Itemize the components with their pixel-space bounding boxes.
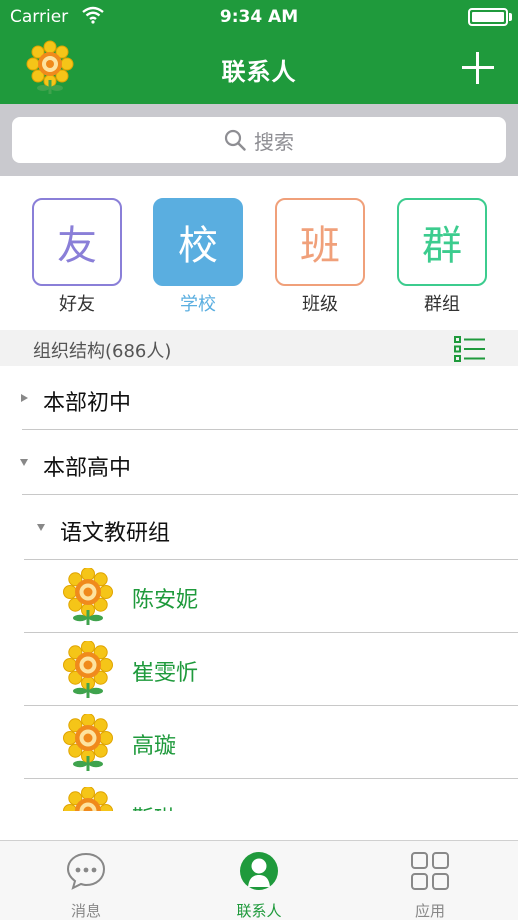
tree-node-dept2[interactable]: 本部高中	[0, 430, 518, 495]
category-school[interactable]: 校 学校	[153, 198, 243, 316]
tab-contacts[interactable]: 联系人	[199, 841, 319, 920]
collapse-arrow-icon	[20, 459, 28, 466]
contact-name: 崔雯忻	[132, 661, 199, 686]
tree-node-dept1[interactable]: 本部初中	[0, 366, 518, 430]
contacts-screen: Carrier 9:34 AM 联系人 搜索 友 好友 校 学校 班 班级 群 …	[0, 0, 518, 920]
org-structure-title: 组织结构(686人)	[33, 341, 172, 362]
avatar	[62, 641, 114, 699]
search-input[interactable]: 搜索	[12, 117, 506, 163]
tree-node-label: 本部高中	[43, 456, 132, 481]
search-bar: 搜索	[0, 104, 518, 176]
tree-node-label: 本部初中	[43, 391, 132, 416]
contact-name: 高璇	[132, 734, 177, 759]
add-contact-button[interactable]	[462, 52, 494, 84]
class-tile-icon: 班	[275, 198, 365, 286]
contact-row[interactable]: 高璇	[0, 706, 518, 779]
search-placeholder: 搜索	[254, 129, 294, 154]
contact-row[interactable]: 靳琳	[0, 779, 518, 811]
category-friends[interactable]: 友 好友	[32, 198, 122, 316]
page-title: 联系人	[221, 58, 297, 86]
contact-name: 靳琳	[132, 801, 176, 811]
tab-label: 联系人	[236, 902, 282, 920]
clock-label: 9:34 AM	[219, 7, 299, 27]
avatar	[62, 787, 114, 811]
category-label: 群组	[424, 294, 460, 315]
category-label: 班级	[302, 294, 338, 315]
avatar	[62, 568, 114, 626]
list-view-icon[interactable]	[454, 336, 486, 362]
category-grid: 友 好友 校 学校 班 班级 群 群组	[0, 176, 518, 330]
tab-label: 应用	[414, 902, 445, 920]
group-tile-icon: 群	[397, 198, 487, 286]
school-tile-icon: 校	[153, 198, 243, 286]
tree-node-subgroup[interactable]: 语文教研组	[0, 495, 518, 560]
battery-icon	[468, 8, 508, 26]
avatar	[62, 714, 114, 772]
contact-row[interactable]: 陈安妮	[0, 560, 518, 633]
battery-tip-icon	[509, 13, 512, 21]
apps-grid-icon	[411, 852, 449, 890]
contact-row[interactable]: 崔雯忻	[0, 633, 518, 706]
org-structure-header: 组织结构(686人)	[0, 330, 518, 366]
chat-bubble-icon	[66, 852, 106, 890]
tab-label: 消息	[70, 902, 101, 920]
category-label: 学校	[180, 294, 216, 315]
expand-arrow-icon	[21, 394, 28, 402]
collapse-arrow-icon	[37, 524, 45, 531]
friends-tile-icon: 友	[32, 198, 122, 286]
person-icon	[240, 852, 278, 890]
navigation-bar: Carrier 9:34 AM 联系人	[0, 0, 518, 104]
tab-bar: 消息 联系人 应用	[0, 840, 518, 920]
category-label: 好友	[59, 294, 95, 315]
tab-messages[interactable]: 消息	[26, 841, 146, 920]
tree-node-label: 语文教研组	[60, 521, 171, 546]
category-class[interactable]: 班 班级	[275, 198, 365, 316]
search-icon	[224, 129, 246, 151]
contact-name: 陈安妮	[132, 588, 199, 613]
status-bar: Carrier 9:34 AM	[0, 0, 518, 34]
tab-apps[interactable]: 应用	[370, 841, 490, 920]
category-group[interactable]: 群 群组	[397, 198, 487, 316]
